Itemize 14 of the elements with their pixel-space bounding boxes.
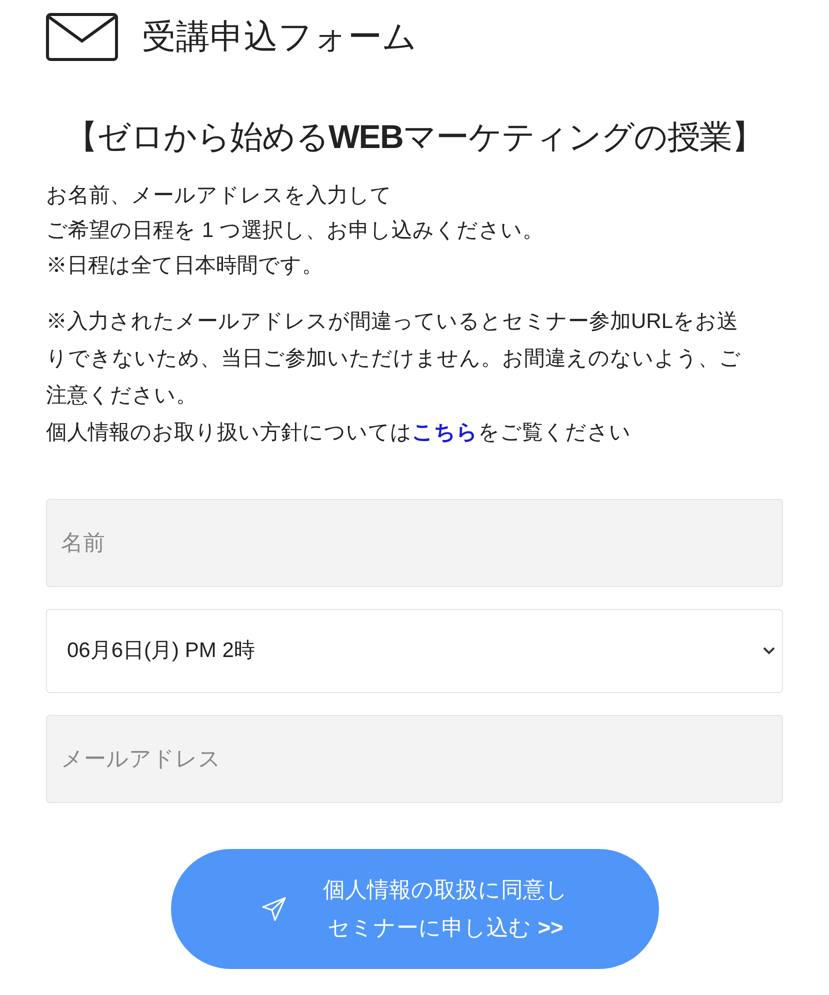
text-field[interactable]: 名前 (46, 498, 783, 586)
chevron-down-icon (762, 646, 776, 656)
form-title: 受講申込フォーム (142, 16, 417, 58)
intro-text: お名前、メールアドレスを入力して (46, 182, 393, 208)
date-select[interactable]: 06月6日(月) PM 2時 (46, 608, 783, 692)
envelope-icon (46, 13, 118, 61)
intro-text: ※日程は全て日本時間です。 (46, 252, 324, 278)
privacy-text: 個人情報のお取り扱い方針については こちら をご覧ください (46, 420, 632, 446)
course-heading: 【ゼロから始めるWEBマーケティングの授業】 (64, 117, 765, 157)
notice-text: ※入力されたメールアドレスが間違っているとセミナー参加URLをお送りできないため、当日ご参加いただけません。お間違えのないよう、ご注意ください。 (46, 308, 742, 408)
text-field[interactable]: メールアドレス (46, 714, 783, 802)
intro-text: ご希望の日程を 1 つ選択し、お申し込みください。 (46, 218, 544, 244)
privacy-link[interactable]: こちら (412, 420, 478, 444)
paper-plane-icon (261, 896, 287, 922)
